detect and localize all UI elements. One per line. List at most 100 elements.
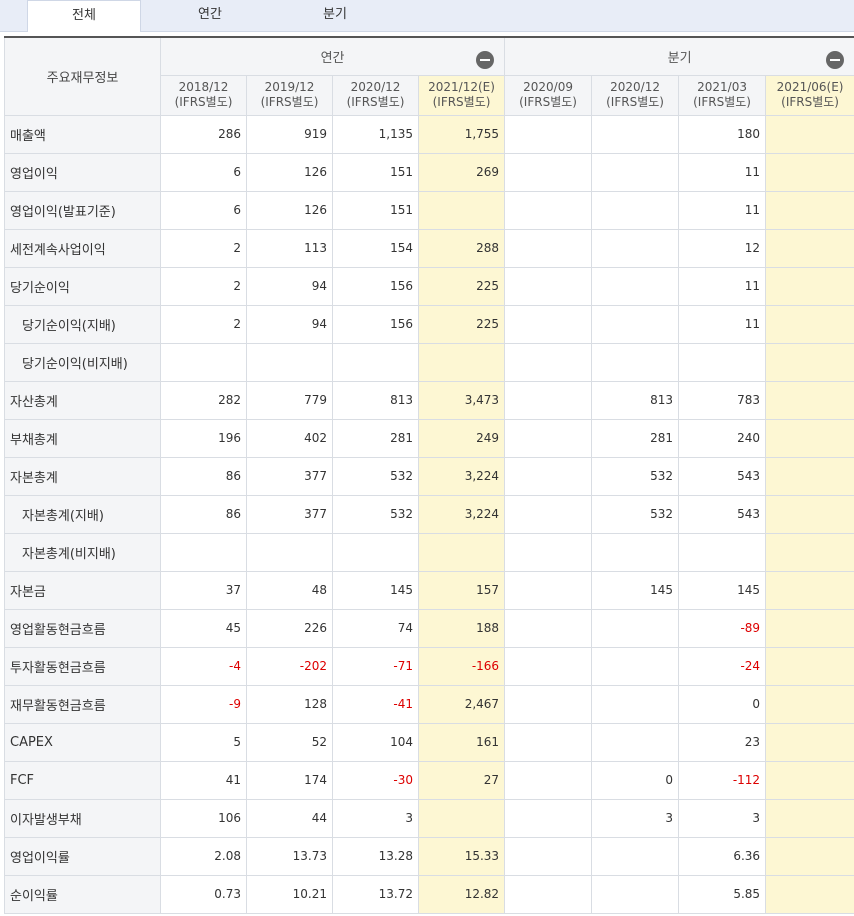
- table-row: 영업이익률 2.08 13.73 13.28 15.33 6.36: [4, 836, 854, 876]
- tab-quarterly[interactable]: 분기: [290, 0, 380, 31]
- table-row: 재무활동현금흐름 -9 128 -41 2,467 0: [4, 684, 854, 724]
- table-cell: [504, 304, 593, 344]
- table-row: 자본총계 86 377 532 3,224 532 543: [4, 456, 854, 496]
- table-cell: 286: [160, 114, 247, 154]
- table-row: CAPEX 5 52 104 161 23: [4, 722, 854, 762]
- table-cell: [504, 684, 593, 724]
- table-cell: 13.73: [246, 836, 333, 876]
- table-cell: 6: [160, 152, 247, 192]
- table-cell: 3: [332, 798, 419, 838]
- group-annual-label: 연간: [320, 50, 345, 66]
- row-label: 영업이익률: [4, 836, 161, 876]
- table-cell: 151: [332, 190, 419, 230]
- financial-table: 주요재무정보 연간 분기 2018/12 (IFRS별도) 2019/12 (IFRS…: [4, 36, 854, 914]
- collapse-annual-icon[interactable]: [476, 51, 495, 69]
- table-cell: 779: [246, 380, 333, 420]
- table-cell: 23: [678, 722, 767, 762]
- table-cell: 0.73: [160, 874, 247, 914]
- column-header: 2021/12(E) (IFRS별도): [417, 74, 506, 116]
- table-cell: [765, 342, 854, 382]
- table-cell: 3,224: [417, 494, 506, 534]
- column-period: 2020/09: [523, 80, 573, 94]
- table-cell: 2,467: [417, 684, 506, 724]
- table-cell: [504, 266, 593, 306]
- table-row: 당기순이익(비지배): [4, 342, 854, 382]
- column-period: 2021/06(E): [776, 80, 844, 94]
- row-label: 이자발생부채: [4, 798, 161, 838]
- row-label: 영업이익(발표기준): [4, 190, 161, 230]
- table-cell: [591, 304, 680, 344]
- table-row: 세전계속사업이익 2 113 154 288 12: [4, 228, 854, 268]
- column-period: 2019/12: [264, 80, 315, 94]
- group-quarterly-label: 분기: [667, 50, 692, 66]
- table-cell: 11: [678, 266, 767, 306]
- table-cell: 377: [246, 456, 333, 496]
- table-cell: [765, 266, 854, 306]
- table-cell: [765, 228, 854, 268]
- table-cell: 0: [591, 760, 680, 800]
- row-label: 세전계속사업이익: [4, 228, 161, 268]
- table-cell: 106: [160, 798, 247, 838]
- table-cell: 94: [246, 304, 333, 344]
- table-row: 부채총계 196 402 281 249 281 240: [4, 418, 854, 458]
- table-cell: 13.28: [332, 836, 419, 876]
- table-cell: -89: [678, 608, 767, 648]
- table-cell: -112: [678, 760, 767, 800]
- table-cell: 154: [332, 228, 419, 268]
- table-cell: 188: [417, 608, 506, 648]
- row-label: 자본총계(비지배): [4, 532, 161, 572]
- table-cell: 813: [332, 380, 419, 420]
- table-cell: 48: [246, 570, 333, 610]
- column-header: 2020/12 (IFRS별도): [332, 74, 419, 116]
- table-cell: 113: [246, 228, 333, 268]
- table-cell: [417, 190, 506, 230]
- table-cell: 12: [678, 228, 767, 268]
- table-cell: 156: [332, 304, 419, 344]
- table-cell: [591, 684, 680, 724]
- table-cell: 282: [160, 380, 247, 420]
- table-cell: [765, 380, 854, 420]
- table-cell: [591, 152, 680, 192]
- table-cell: 543: [678, 494, 767, 534]
- tab-annual[interactable]: 연간: [165, 0, 255, 31]
- table-cell: [504, 760, 593, 800]
- table-cell: [591, 608, 680, 648]
- table-cell: [504, 228, 593, 268]
- row-label: 부채총계: [4, 418, 161, 458]
- column-header: 2020/12 (IFRS별도): [591, 74, 680, 116]
- table-cell: 2: [160, 304, 247, 344]
- table-cell: 377: [246, 494, 333, 534]
- table-cell: 3,224: [417, 456, 506, 496]
- table-cell: [417, 342, 506, 382]
- row-label: 자본총계: [4, 456, 161, 496]
- table-cell: 813: [591, 380, 680, 420]
- table-cell: 249: [417, 418, 506, 458]
- table-cell: [504, 608, 593, 648]
- table-row: 매출액 286 919 1,135 1,755 180: [4, 114, 854, 154]
- table-cell: [591, 114, 680, 154]
- column-basis: (IFRS별도): [606, 95, 664, 109]
- row-label: 영업이익: [4, 152, 161, 192]
- table-row: 투자활동현금흐름 -4 -202 -71 -166 -24: [4, 646, 854, 686]
- table-cell: [160, 342, 247, 382]
- table-cell: [504, 722, 593, 762]
- tab-all[interactable]: 전체: [27, 0, 141, 32]
- table-cell: 2: [160, 266, 247, 306]
- collapse-quarterly-icon[interactable]: [826, 51, 845, 69]
- table-row: 자산총계 282 779 813 3,473 813 783: [4, 380, 854, 420]
- table-cell: [591, 646, 680, 686]
- table-cell: [765, 874, 854, 914]
- table-cell: [591, 266, 680, 306]
- row-label: CAPEX: [4, 722, 161, 762]
- table-cell: [504, 836, 593, 876]
- table-cell: 27: [417, 760, 506, 800]
- table-cell: [504, 456, 593, 496]
- column-basis: (IFRS별도): [781, 95, 839, 109]
- table-cell: [504, 494, 593, 534]
- table-cell: -202: [246, 646, 333, 686]
- table-cell: 156: [332, 266, 419, 306]
- table-cell: [591, 190, 680, 230]
- table-cell: [504, 380, 593, 420]
- table-cell: 11: [678, 190, 767, 230]
- table-row: 자본총계(비지배): [4, 532, 854, 572]
